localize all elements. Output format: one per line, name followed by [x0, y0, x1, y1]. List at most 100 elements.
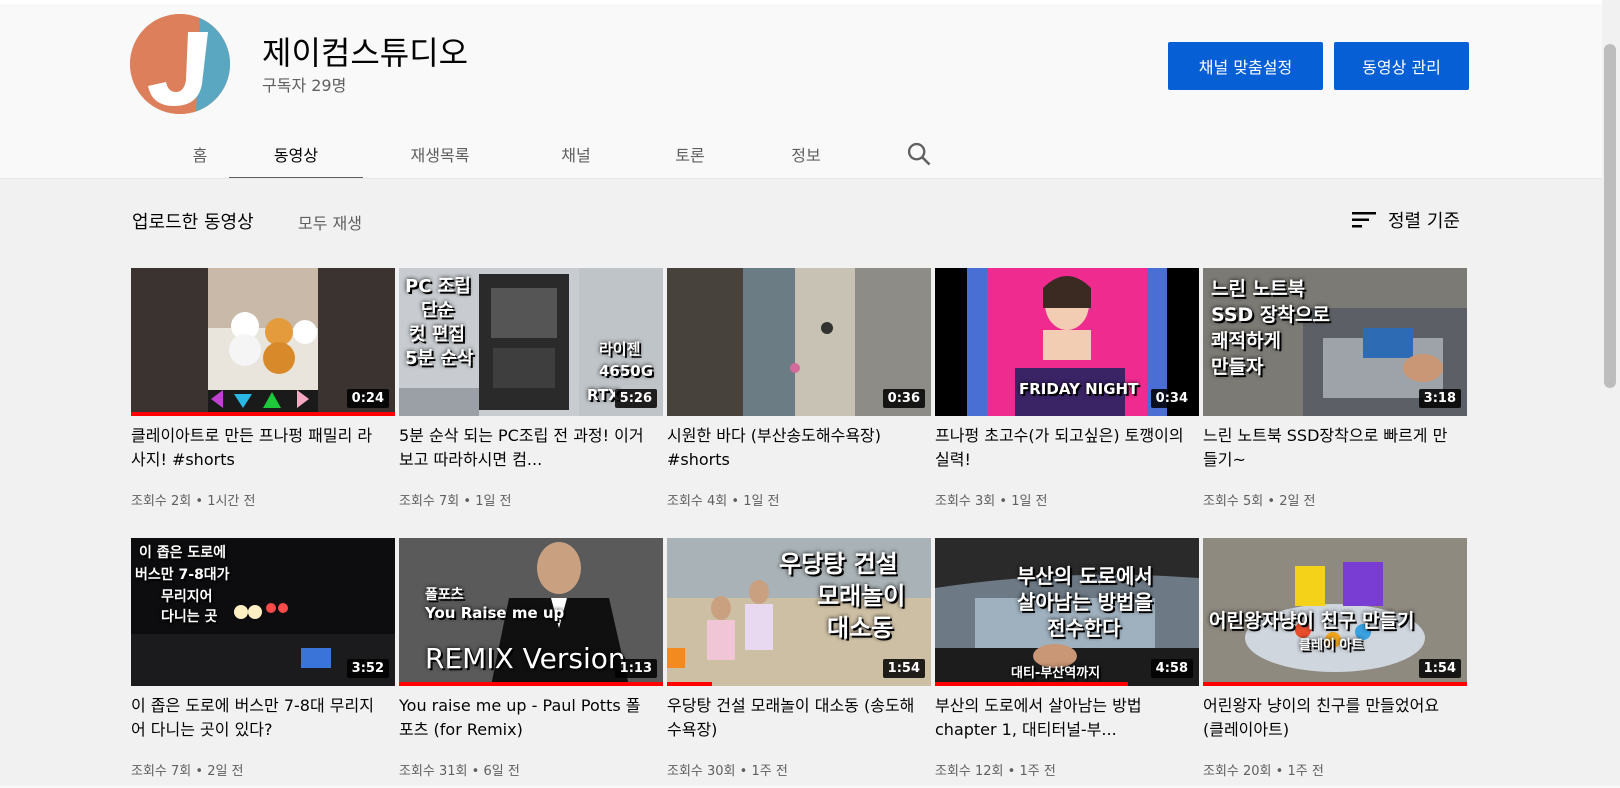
- video-title[interactable]: You raise me up - Paul Potts 폴포츠 (for Re…: [399, 694, 649, 742]
- view-count: 조회수 5회: [1203, 494, 1264, 509]
- video-duration: 5:26: [614, 389, 657, 408]
- video-meta: 조회수 5회 • 2일 전: [1203, 494, 1316, 509]
- video-thumbnail[interactable]: 0:24: [131, 268, 395, 416]
- view-count: 조회수 3회: [935, 494, 996, 509]
- thumbnail-text: 클레이 아트: [1299, 638, 1364, 653]
- video-card[interactable]: FRIDAY NIGHT 0:34 프나펑 초고수(가 되고싶은) 토깽이의 실…: [935, 268, 1199, 518]
- scrollbar-thumb[interactable]: [1604, 44, 1616, 388]
- upload-age: 2일 전: [207, 764, 244, 779]
- thumbnail-text: SSD 장착으로: [1211, 304, 1330, 326]
- video-duration: 0:24: [346, 389, 389, 408]
- upload-age: 1주 전: [751, 764, 788, 779]
- video-thumbnail[interactable]: 우당탕 건설 모래놀이 대소동 1:54: [667, 538, 931, 686]
- video-meta: 조회수 31회 • 6일 전: [399, 764, 520, 779]
- thumbnail-text: 다니는 곳: [161, 609, 218, 625]
- video-thumbnail[interactable]: 어린왕자냥이 친구 만들기 클레이 아트 1:54: [1203, 538, 1467, 686]
- video-card[interactable]: 우당탕 건설 모래놀이 대소동 1:54 우당탕 건설 모래놀이 대소동 (송도…: [667, 538, 931, 788]
- view-count: 조회수 7회: [399, 494, 460, 509]
- thumbnail-text: REMIX Version: [425, 642, 626, 675]
- watch-progress: [935, 682, 1128, 686]
- upload-age: 2일 전: [1279, 494, 1316, 509]
- video-duration: 1:54: [1418, 659, 1461, 678]
- video-meta: 조회수 30회 • 1주 전: [667, 764, 788, 779]
- video-title[interactable]: 클레이아트로 만든 프나펑 패밀리 라사지! #shorts: [131, 424, 381, 472]
- upload-age: 6일 전: [483, 764, 520, 779]
- thumbnail-text: 라이젠: [599, 340, 641, 358]
- video-duration: 3:18: [1418, 389, 1461, 408]
- video-card[interactable]: 폴포츠 You Raise me up REMIX Version 1:13 Y…: [399, 538, 663, 788]
- watch-progress: [1203, 682, 1467, 686]
- thumbnail-text: 이 좁은 도로에: [139, 545, 227, 561]
- thumbnail-text: 살아남는 방법을: [1017, 590, 1153, 614]
- view-count: 조회수 4회: [667, 494, 728, 509]
- video-card[interactable]: 느린 노트북 SSD 장착으로 쾌적하게 만들자 3:18 느린 노트북 SSD…: [1203, 268, 1467, 518]
- video-card[interactable]: 어린왕자냥이 친구 만들기 클레이 아트 1:54 어린왕자 냥이의 친구를 만…: [1203, 538, 1467, 788]
- watch-progress: [399, 682, 663, 686]
- video-thumbnail[interactable]: 0:36: [667, 268, 931, 416]
- video-duration: 1:54: [882, 659, 925, 678]
- thumbnail-text: 만들자: [1211, 356, 1264, 378]
- upload-age: 1일 전: [1011, 494, 1048, 509]
- watch-progress: [667, 682, 712, 686]
- video-meta: 조회수 7회 • 2일 전: [131, 764, 244, 779]
- video-duration: 0:34: [1150, 389, 1193, 408]
- video-thumbnail[interactable]: 폴포츠 You Raise me up REMIX Version 1:13: [399, 538, 663, 686]
- thumbnail-text: 무리지어: [161, 589, 213, 605]
- thumbnail-text: 폴포츠: [425, 587, 464, 603]
- video-card[interactable]: 이 좁은 도로에 버스만 7-8대가 무리지어 다니는 곳 3:52 이 좁은 …: [131, 538, 395, 788]
- video-meta: 조회수 20회 • 1주 전: [1203, 764, 1324, 779]
- thumbnail-text: 대티-부산역까지: [1011, 666, 1101, 681]
- video-duration: 1:13: [614, 659, 657, 678]
- thumbnail-text: You Raise me up: [425, 604, 565, 622]
- video-thumbnail[interactable]: 부산의 도로에서 살아남는 방법을 전수한다 대티-부산역까지 4:58: [935, 538, 1199, 686]
- video-thumbnail[interactable]: FRIDAY NIGHT 0:34: [935, 268, 1199, 416]
- view-count: 조회수 30회: [667, 764, 736, 779]
- video-meta: 조회수 4회 • 1일 전: [667, 494, 780, 509]
- video-card[interactable]: 0:24 클레이아트로 만든 프나펑 패밀리 라사지! #shorts 조회수 …: [131, 268, 395, 518]
- watch-progress: [131, 412, 395, 416]
- video-title[interactable]: 우당탕 건설 모래놀이 대소동 (송도해수욕장): [667, 694, 917, 742]
- view-count: 조회수 2회: [131, 494, 192, 509]
- thumbnail-text: 어린왕자냥이 친구 만들기: [1209, 610, 1415, 632]
- view-count: 조회수 20회: [1203, 764, 1272, 779]
- video-thumbnail[interactable]: 이 좁은 도로에 버스만 7-8대가 무리지어 다니는 곳 3:52: [131, 538, 395, 686]
- video-meta: 조회수 7회 • 1일 전: [399, 494, 512, 509]
- video-title[interactable]: 5분 순삭 되는 PC조립 전 과정! 이거 보고 따라하시면 컴...: [399, 424, 649, 472]
- video-meta: 조회수 2회 • 1시간 전: [131, 494, 256, 509]
- video-card[interactable]: 0:36 시원한 바다 (부산송도해수욕장) #shorts 조회수 4회 • …: [667, 268, 931, 518]
- thumbnail-text: 4650G: [599, 362, 654, 380]
- video-duration: 4:58: [1150, 659, 1193, 678]
- upload-age: 1일 전: [475, 494, 512, 509]
- video-title[interactable]: 부산의 도로에서 살아남는 방법 chapter 1, 대티터널-부...: [935, 694, 1185, 742]
- view-count: 조회수 12회: [935, 764, 1004, 779]
- thumbnail-text: 5분 순삭: [405, 348, 474, 369]
- upload-age: 1시간 전: [207, 494, 256, 509]
- thumbnail-text: 단순: [421, 300, 455, 321]
- upload-age: 1주 전: [1287, 764, 1324, 779]
- video-card[interactable]: PC 조립 단순 컷 편집 5분 순삭 라이젠 4650G RTX 5:26 5…: [399, 268, 663, 518]
- thumbnail-text: 컷 편집: [409, 324, 465, 345]
- video-title[interactable]: 이 좁은 도로에 버스만 7-8대 무리지어 다니는 곳이 있다?: [131, 694, 381, 742]
- video-title[interactable]: 느린 노트북 SSD장착으로 빠르게 만들기~: [1203, 424, 1453, 472]
- video-thumbnail[interactable]: 느린 노트북 SSD 장착으로 쾌적하게 만들자 3:18: [1203, 268, 1467, 416]
- video-title[interactable]: 어린왕자 냥이의 친구를 만들었어요 (클레이아트): [1203, 694, 1453, 742]
- video-duration: 0:36: [882, 389, 925, 408]
- view-count: 조회수 7회: [131, 764, 192, 779]
- thumbnail-text: 부산의 도로에서: [1017, 564, 1153, 588]
- video-grid: 0:24 클레이아트로 만든 프나펑 패밀리 라사지! #shorts 조회수 …: [0, 0, 1620, 786]
- video-meta: 조회수 12회 • 1주 전: [935, 764, 1056, 779]
- thumbnail-text: 버스만 7-8대가: [135, 567, 230, 583]
- thumbnail-text: 모래놀이: [817, 582, 906, 610]
- video-thumbnail[interactable]: PC 조립 단순 컷 편집 5분 순삭 라이젠 4650G RTX 5:26: [399, 268, 663, 416]
- thumbnail-text: 쾌적하게: [1211, 330, 1281, 352]
- video-meta: 조회수 3회 • 1일 전: [935, 494, 1048, 509]
- video-duration: 3:52: [346, 659, 389, 678]
- video-card[interactable]: 부산의 도로에서 살아남는 방법을 전수한다 대티-부산역까지 4:58 부산의…: [935, 538, 1199, 788]
- thumbnail-text: 전수한다: [1047, 616, 1121, 640]
- video-title[interactable]: 프나펑 초고수(가 되고싶은) 토깽이의 실력!: [935, 424, 1185, 472]
- thumbnail-text: FRIDAY NIGHT: [1019, 380, 1139, 398]
- thumbnail-text: 대소동: [827, 614, 894, 642]
- upload-age: 1주 전: [1019, 764, 1056, 779]
- thumbnail-text: 우당탕 건설: [779, 550, 898, 578]
- video-title[interactable]: 시원한 바다 (부산송도해수욕장) #shorts: [667, 424, 917, 472]
